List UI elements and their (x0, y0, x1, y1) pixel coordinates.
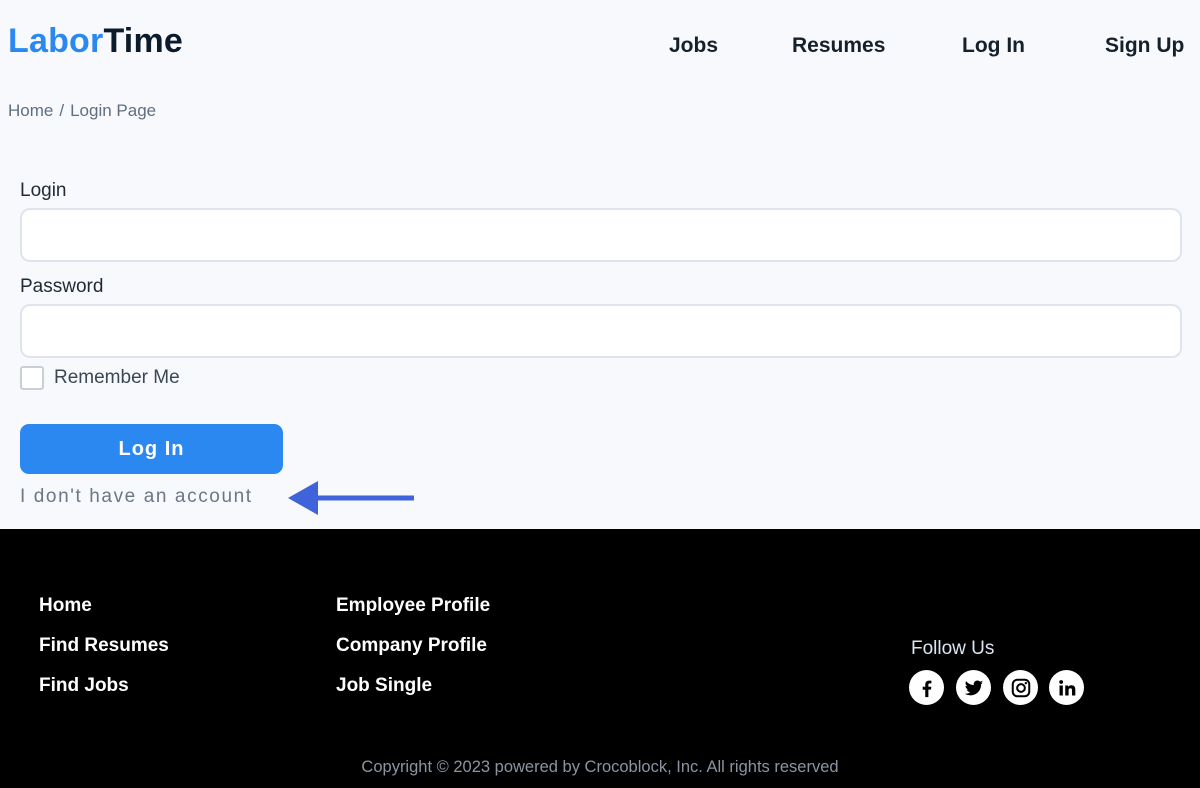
logo-labor: Labor (8, 22, 104, 60)
linkedin-icon[interactable] (1049, 670, 1084, 705)
breadcrumb-separator: / (59, 101, 65, 120)
breadcrumb: Home / Login Page (8, 101, 156, 121)
site-footer: Home Find Resumes Find Jobs Employee Pro… (0, 529, 1200, 788)
breadcrumb-home[interactable]: Home (8, 101, 53, 120)
nav-sign-up[interactable]: Sign Up (1105, 34, 1184, 58)
twitter-icon[interactable] (956, 670, 991, 705)
instagram-icon[interactable] (1003, 670, 1038, 705)
password-input[interactable] (20, 304, 1182, 358)
remember-me-label[interactable]: Remember Me (54, 367, 180, 389)
footer-link-job-single[interactable]: Job Single (336, 675, 432, 697)
follow-us-label: Follow Us (911, 638, 995, 659)
remember-me: Remember Me (20, 366, 180, 390)
footer-link-company-profile[interactable]: Company Profile (336, 635, 487, 657)
annotation-arrow-icon (288, 481, 414, 515)
nav-resumes[interactable]: Resumes (792, 34, 885, 58)
copyright-text: Copyright © 2023 powered by Crocoblock, … (361, 758, 839, 776)
remember-me-checkbox[interactable] (20, 366, 44, 390)
login-label: Login (20, 180, 67, 201)
no-account-link[interactable]: I don't have an account (20, 486, 253, 508)
footer-link-find-resumes[interactable]: Find Resumes (39, 635, 169, 657)
site-header: LaborTime Jobs Resumes Log In Sign Up (0, 0, 1200, 90)
nav-log-in[interactable]: Log In (962, 34, 1025, 58)
password-label: Password (20, 276, 104, 297)
breadcrumb-current: Login Page (70, 101, 157, 120)
facebook-icon[interactable] (909, 670, 944, 705)
footer-link-find-jobs[interactable]: Find Jobs (39, 675, 129, 697)
logo-time: Time (103, 22, 183, 60)
footer-link-employee-profile[interactable]: Employee Profile (336, 595, 490, 617)
site-logo[interactable]: LaborTime (8, 22, 183, 61)
login-input[interactable] (20, 208, 1182, 262)
footer-link-home[interactable]: Home (39, 595, 92, 617)
log-in-button[interactable]: Log In (20, 424, 283, 474)
nav-jobs[interactable]: Jobs (669, 34, 718, 58)
login-form: Login Password Remember Me Log In I don'… (20, 180, 1182, 507)
